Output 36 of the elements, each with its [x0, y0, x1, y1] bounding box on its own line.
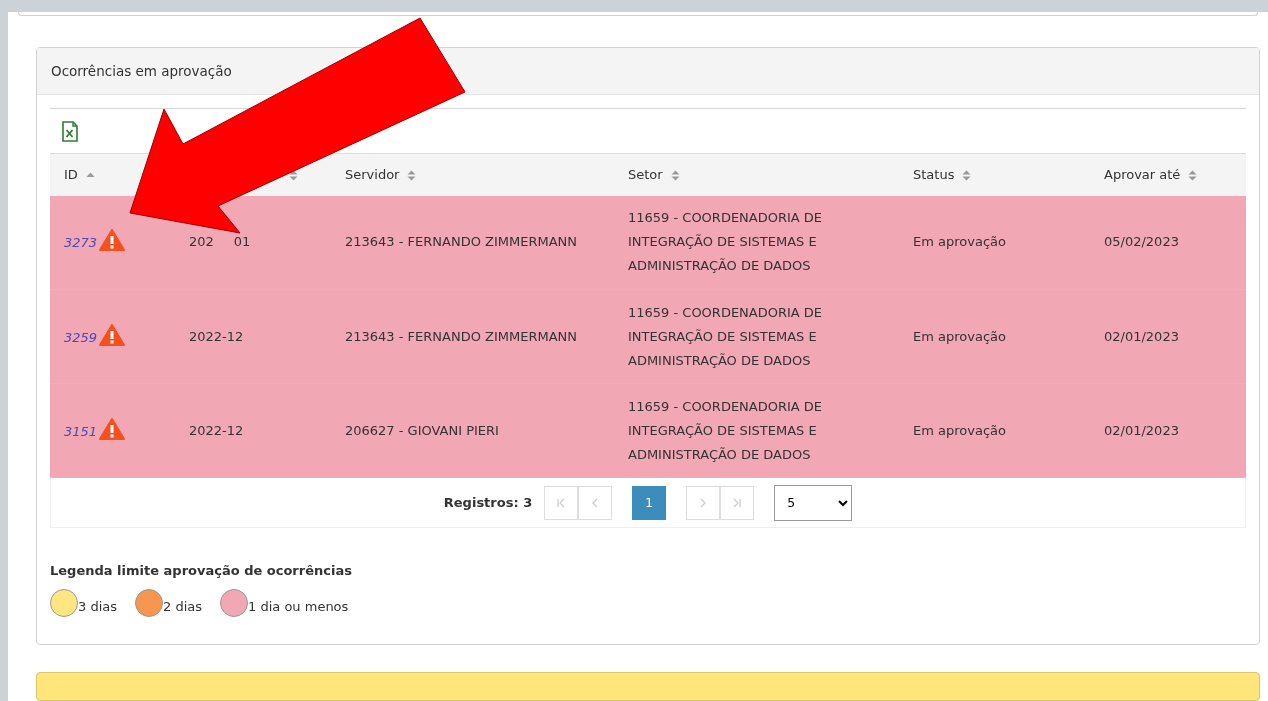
table-cell-text: 202 — [189, 234, 214, 250]
id-link[interactable]: 3273 — [64, 235, 98, 251]
panel-title: Ocorrências em aprovação — [51, 61, 232, 81]
table-cell: 02/01/2023 — [1090, 383, 1246, 478]
page-button[interactable]: 1 — [632, 485, 667, 520]
table-cell: Em aprovação — [899, 289, 1090, 384]
table-cell: 2022-12 — [175, 289, 331, 384]
records-count: Registros: 3 — [443, 493, 533, 512]
table-cell-text: 01 — [233, 234, 251, 250]
legend-label: 1 dia ou menos — [248, 598, 349, 616]
column-header[interactable]: Aprovar até — [1104, 167, 1181, 182]
table-cell: 02/01/2023 — [1090, 289, 1246, 384]
table-cell: 213643 - FERNANDO ZIMMERMANN — [331, 195, 614, 290]
column-header[interactable]: Status — [913, 167, 955, 182]
table-cell: 206627 - GIOVANI PIERI — [331, 383, 614, 478]
legend-title: Legenda limite aprovação de ocorrências — [50, 562, 353, 580]
table-cell: 11659 - COORDENADORIA DE INTEGRAÇÃO DE SISTEMAS E ADMINISTRAÇÃO DE DADOS — [614, 195, 899, 290]
table-cell: 11659 - COORDENADORIA DE INTEGRAÇÃO DE SISTEMAS E ADMINISTRAÇÃO DE DADOS — [614, 289, 899, 384]
column-header[interactable]: Servidor — [345, 167, 400, 182]
table-cell: 213643 - FERNANDO ZIMMERMANN — [331, 289, 614, 384]
table-cell: 2022-12 — [175, 383, 331, 478]
table-cell: Em aprovação — [899, 383, 1090, 478]
skip-back-icon — [556, 497, 567, 508]
spreadsheet-export-icon[interactable] — [62, 120, 78, 142]
skip-forward-icon — [732, 497, 743, 508]
page-size-select[interactable]: 5 — [774, 484, 853, 521]
legend-label: 2 dias — [163, 598, 203, 616]
legend-label: 3 dias — [78, 598, 117, 616]
table-cell: 05/02/2023 — [1090, 195, 1246, 290]
table-cell: 11659 - COORDENADORIA DE INTEGRAÇÃO DE SISTEMAS E ADMINISTRAÇÃO DE DADOS — [614, 383, 899, 478]
id-link[interactable]: 3151 — [64, 423, 98, 439]
column-header[interactable]: Setor — [628, 167, 663, 182]
id-link[interactable]: 3259 — [64, 329, 98, 345]
table-cell: Em aprovação — [899, 195, 1090, 290]
sort-icon[interactable] — [289, 170, 298, 181]
column-header[interactable]: ID — [64, 167, 78, 182]
